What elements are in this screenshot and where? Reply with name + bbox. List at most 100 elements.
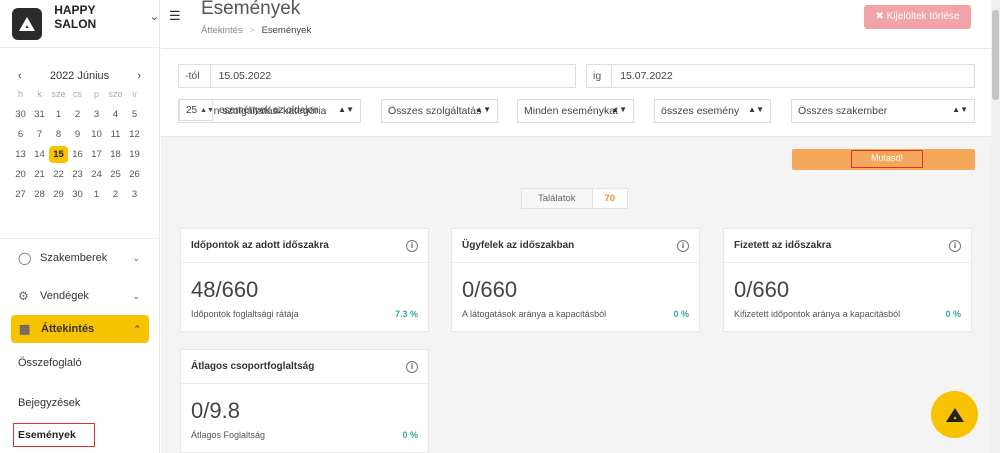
sidebar-subitem-summary[interactable]: Összefoglaló	[0, 343, 160, 383]
sidebar-item-label: Vendégek	[40, 290, 89, 302]
card-percent: 7.3 %	[394, 309, 418, 319]
calendar-day[interactable]: 16	[68, 146, 87, 163]
main-content: ☰ Események Áttekintés > Események ✖ Kij…	[161, 0, 991, 453]
calendar-day[interactable]: 14	[30, 146, 49, 163]
calendar-day[interactable]: 2	[106, 186, 125, 203]
card-percent: 0 %	[673, 309, 689, 319]
sidebar-subitem-entries[interactable]: Bejegyzések	[0, 383, 160, 423]
next-month-icon[interactable]: ›	[137, 70, 141, 82]
scrollbar-thumb[interactable]	[992, 10, 999, 100]
sidebar-item-guests[interactable]: ⚙ Vendégek ⌄	[0, 277, 160, 315]
calendar-day[interactable]: 24	[87, 166, 106, 183]
info-icon[interactable]: i	[677, 239, 689, 252]
calendar-day[interactable]: 2	[68, 106, 87, 123]
event-type-select-value: Minden eseménykat	[524, 105, 618, 117]
calendar-day[interactable]: 31	[30, 106, 49, 123]
calendar-day[interactable]: 4	[106, 106, 125, 123]
calendar-day[interactable]: 13	[11, 146, 30, 163]
calendar-day[interactable]: 5	[125, 106, 144, 123]
card-header: Időpontok az adott időszakra i	[181, 229, 428, 263]
stat-card: Átlagos csoportfoglaltság i 0/9.8 Átlagos…	[180, 349, 429, 453]
show-button[interactable]: Mutasd!	[792, 149, 975, 170]
calendar-day[interactable]: 7	[30, 126, 49, 143]
sort-arrows-icon: ▲▼	[338, 105, 354, 114]
card-footer: A látogatások aránya a kapacitásból 0 %	[452, 303, 699, 319]
date-to-value: 15.07.2022	[620, 70, 673, 82]
per-page-select[interactable]: 25 ▲▼	[179, 99, 214, 121]
sidebar-item-label: Szakemberek	[40, 252, 108, 264]
calendar-day[interactable]: 3	[125, 186, 144, 203]
specialist-select[interactable]: Összes szakember ▲▼	[791, 99, 975, 123]
calendar-day-today[interactable]: 15	[49, 146, 68, 163]
calendar-day[interactable]: 21	[30, 166, 49, 183]
brand[interactable]: HAPPY SALON ⌄	[0, 0, 159, 48]
calendar-day[interactable]: 25	[106, 166, 125, 183]
calendar-day[interactable]: 30	[68, 186, 87, 203]
sort-arrows-icon: ▲▼	[475, 105, 491, 114]
sidebar-subitem-events[interactable]: Események	[13, 423, 95, 447]
prev-month-icon[interactable]: ‹	[18, 70, 22, 82]
show-button-label: Mutasd!	[851, 150, 923, 168]
sidebar-item-specialists[interactable]: ◯ Szakemberek ⌄	[0, 239, 160, 277]
info-icon[interactable]: i	[949, 239, 961, 252]
event-type-select[interactable]: Minden eseménykat ▲▼	[517, 99, 634, 123]
info-icon[interactable]: i	[406, 360, 418, 373]
calendar-day[interactable]: 17	[87, 146, 106, 163]
calendar-day[interactable]: 9	[68, 126, 87, 143]
calendar-day[interactable]: 1	[49, 106, 68, 123]
date-to-field[interactable]: ig 15.07.2022	[586, 64, 975, 88]
card-value: 48/660	[191, 277, 259, 302]
app: HAPPY SALON ⌄ ‹ 2022 Június › h k sze cs p sz…	[0, 0, 1000, 453]
breadcrumb-root[interactable]: Áttekintés	[201, 25, 243, 36]
delete-selected-button[interactable]: ✖ Kijelöltek törlése	[864, 5, 971, 29]
calendar-day[interactable]: 10	[87, 126, 106, 143]
chevron-down-icon: ⌄	[132, 290, 140, 301]
calendar-day[interactable]: 3	[87, 106, 106, 123]
service-select[interactable]: Összes szolgáltatás ▲▼	[381, 99, 498, 123]
calendar-day[interactable]: 19	[125, 146, 144, 163]
calendar-day[interactable]: 12	[125, 126, 144, 143]
calendar-day[interactable]: 22	[49, 166, 68, 183]
calendar-day[interactable]: 28	[30, 186, 49, 203]
calendar-day[interactable]: 18	[106, 146, 125, 163]
calendar-day[interactable]: 30	[11, 106, 30, 123]
calendar-month-label: 2022 Június	[49, 70, 110, 82]
calendar-day[interactable]: 11	[106, 126, 125, 143]
group-icon: ⚙	[18, 289, 29, 303]
calendar-day[interactable]: 26	[125, 166, 144, 183]
date-to-prefix: ig	[593, 65, 613, 87]
info-icon[interactable]: i	[406, 239, 418, 252]
sort-arrows-icon: ▲▼	[611, 105, 627, 114]
card-title: Fizetett az időszakra	[734, 240, 832, 251]
card-footer: Kifizetett időpontok aránya a kapacitásb…	[724, 303, 971, 319]
sidebar-item-overview[interactable]: ▦ Áttekintés ⌃	[11, 315, 149, 343]
calendar-day[interactable]: 8	[49, 126, 68, 143]
filter-panel: -tól 15.05.2022 ig 15.07.2022 Minden szo…	[161, 49, 991, 137]
card-footer: Átlagos Foglaltság 0 %	[181, 424, 428, 440]
calendar-day[interactable]: 27	[11, 186, 30, 203]
help-fab-button[interactable]	[931, 391, 978, 438]
top-bar: ☰ Események Áttekintés > Események ✖ Kij…	[161, 0, 991, 49]
card-percent: 0 %	[402, 430, 418, 440]
card-title: Ügyfelek az időszakban	[462, 240, 575, 251]
weekday-label: k	[37, 89, 42, 99]
calendar-day[interactable]: 1	[87, 186, 106, 203]
menu-icon[interactable]: ☰	[169, 8, 181, 24]
calendar-day[interactable]: 20	[11, 166, 30, 183]
chevron-down-icon[interactable]: ⌄	[150, 10, 159, 23]
breadcrumb: Áttekintés > Események	[201, 25, 311, 36]
date-from-value: 15.05.2022	[218, 70, 272, 82]
weekday-label: cs	[73, 89, 82, 99]
events-select[interactable]: összes esemény ▲▼	[654, 99, 771, 123]
breadcrumb-current: Események	[261, 25, 312, 36]
calendar-day[interactable]: 23	[68, 166, 87, 183]
per-page-label: események az oldalon	[219, 104, 319, 116]
scrollbar[interactable]	[991, 0, 1000, 453]
stat-card: Ügyfelek az időszakban i 0/660 A látogatá…	[451, 228, 700, 332]
calendar-day[interactable]: 29	[49, 186, 68, 203]
weekday-label: szo	[108, 89, 123, 99]
calendar-day[interactable]: 6	[11, 126, 30, 143]
card-header: Átlagos csoportfoglaltság i	[181, 350, 428, 384]
date-from-field[interactable]: -tól 15.05.2022	[178, 64, 576, 88]
card-value: 0/660	[734, 277, 790, 302]
